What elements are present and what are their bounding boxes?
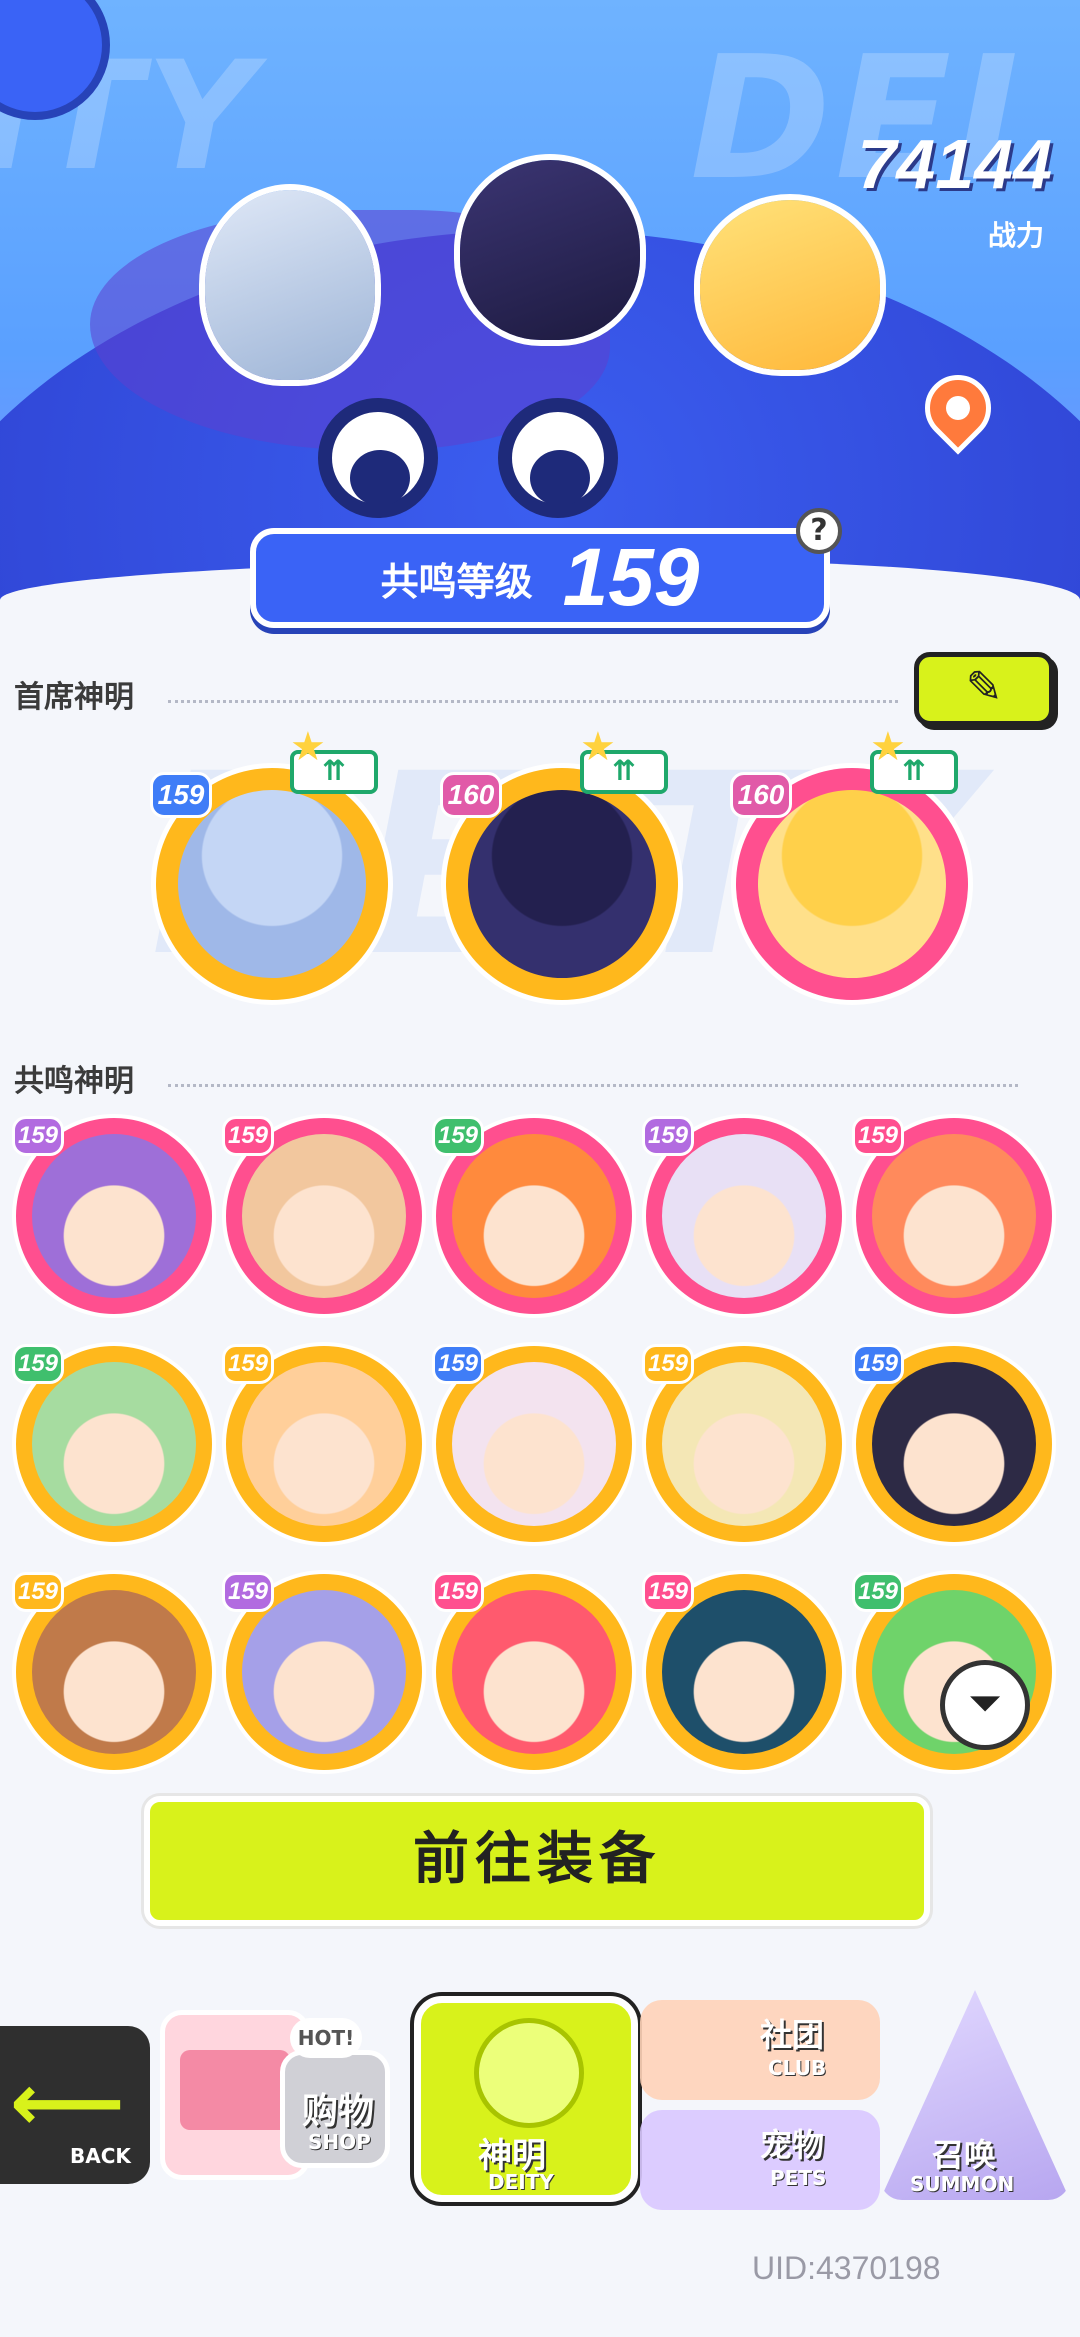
member-avatar[interactable]: 159 <box>432 1572 632 1770</box>
member-level-badge: 159 <box>222 1344 274 1384</box>
member-avatar[interactable]: 159 <box>642 1572 842 1770</box>
member-level-badge: 159 <box>852 1344 904 1384</box>
edit-leaders-button[interactable]: ✎ <box>914 652 1054 726</box>
leaders-section-title: 首席神明 <box>14 680 134 715</box>
member-avatar[interactable]: 159 <box>642 1116 842 1314</box>
club-label: 社团 <box>760 2016 825 2054</box>
member-avatar[interactable]: 159 <box>432 1344 632 1542</box>
leader-level-badge: 160 <box>440 772 502 818</box>
member-level-badge: 159 <box>642 1572 694 1612</box>
help-icon[interactable]: ? <box>796 508 842 554</box>
pencil-edit-icon: ✎ <box>965 662 1003 713</box>
deity-en-label: DEITY <box>488 2170 554 2194</box>
go-equip-button[interactable]: 前往装备 <box>144 1796 930 1926</box>
leader-avatar-1[interactable]: 159 ⇈ ★ <box>150 724 388 1000</box>
member-level-badge: 159 <box>432 1344 484 1384</box>
summon-button[interactable]: 召唤 SUMMON <box>870 1980 1080 2210</box>
leader-chibi-1[interactable] <box>205 190 375 380</box>
member-level-badge: 159 <box>12 1344 64 1384</box>
globe-eye-right <box>498 398 618 518</box>
power-label: 战力 <box>987 219 1044 252</box>
back-label: BACK <box>70 2144 131 2168</box>
member-avatar[interactable]: 159 <box>642 1344 842 1542</box>
member-level-badge: 159 <box>222 1116 274 1156</box>
member-avatar[interactable]: 159 <box>12 1572 212 1770</box>
deity-mascot-icon <box>474 2018 584 2128</box>
shop-label: 购物 <box>302 2091 375 2132</box>
deity-tab[interactable]: 神明 DEITY <box>408 1978 644 2208</box>
summon-en-label: SUMMON <box>910 2172 1015 2196</box>
shop-button[interactable]: HOT! 购物 SHOP <box>150 1990 400 2190</box>
member-level-badge: 159 <box>432 1572 484 1612</box>
member-level-badge: 159 <box>12 1572 64 1612</box>
members-divider <box>168 1084 1018 1087</box>
resonance-level-banner: 共鸣等级 159 <box>250 528 830 628</box>
pets-button[interactable]: 宠物 PETS <box>640 2110 880 2210</box>
leaders-divider <box>168 700 898 703</box>
leader-chibi-2[interactable] <box>460 160 640 340</box>
member-avatar[interactable]: 159 <box>432 1116 632 1314</box>
member-avatar[interactable]: 159 <box>12 1344 212 1542</box>
member-level-badge: 159 <box>12 1116 64 1156</box>
member-level-badge: 159 <box>642 1116 694 1156</box>
pets-en-label: PETS <box>770 2166 827 2190</box>
funnel-filter-icon[interactable]: ⏷ <box>940 1660 1030 1750</box>
member-avatar[interactable]: 159 <box>852 1344 1052 1542</box>
member-avatar[interactable]: 159 <box>222 1344 422 1542</box>
member-level-badge: 159 <box>852 1116 904 1156</box>
pets-label: 宠物 <box>760 2126 825 2164</box>
member-level-badge: 159 <box>642 1344 694 1384</box>
leader-level-badge: 160 <box>730 772 792 818</box>
member-avatar[interactable]: 159 <box>222 1116 422 1314</box>
arrow-left-icon: ⟵ <box>10 2056 125 2149</box>
summon-label: 召唤 <box>932 2136 997 2174</box>
deity-screen: { "header": { "bg_text_left": "ITY", "bg… <box>0 0 1080 2337</box>
member-avatar[interactable]: 159 <box>222 1572 422 1770</box>
member-avatar[interactable]: 159 <box>12 1116 212 1314</box>
globe-eye-left <box>318 398 438 518</box>
leader-avatar-2[interactable]: 160 ⇈ ★ <box>440 724 678 1000</box>
leader-level-badge: 159 <box>150 772 212 818</box>
shop-en-label: SHOP <box>308 2130 371 2154</box>
star-icon: ★ <box>580 724 616 770</box>
club-button[interactable]: 社团 CLUB <box>640 2000 880 2100</box>
back-button[interactable]: ⟵ BACK <box>0 2026 150 2184</box>
members-section-title: 共鸣神明 <box>14 1064 134 1099</box>
leader-chibi-3[interactable] <box>700 200 880 370</box>
leader-avatar-3[interactable]: 160 ⇈ ★ <box>730 724 968 1000</box>
member-level-badge: 159 <box>222 1572 274 1612</box>
star-icon: ★ <box>870 724 906 770</box>
club-en-label: CLUB <box>768 2056 827 2080</box>
shop-hot-badge: HOT! <box>290 2018 362 2058</box>
member-level-badge: 159 <box>432 1116 484 1156</box>
user-id: UID:4370198 <box>752 2250 941 2286</box>
power-value: 74144 <box>857 125 1052 203</box>
star-icon: ★ <box>290 724 326 770</box>
resonance-level-label: 共鸣等级 <box>380 559 533 604</box>
member-avatar[interactable]: 159 <box>852 1116 1052 1314</box>
member-level-badge: 159 <box>852 1572 904 1612</box>
resonance-level-value: 159 <box>562 532 700 623</box>
